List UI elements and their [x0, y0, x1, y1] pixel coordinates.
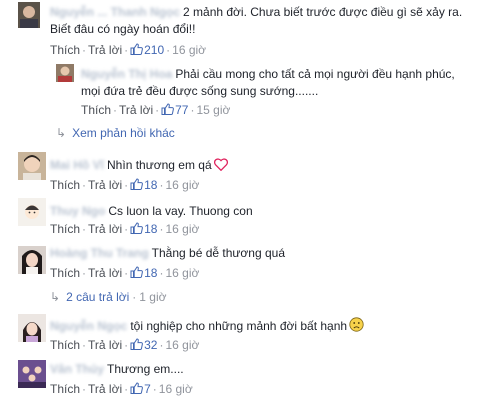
- comment-author[interactable]: Mai Hồ Vĩ: [50, 158, 104, 172]
- avatar[interactable]: [18, 314, 46, 342]
- reply-button[interactable]: Trả lời: [88, 338, 122, 352]
- comment-text: tội nghiệp cho những mảnh đời bất hạnh: [130, 319, 348, 333]
- thumbs-up-icon: [130, 222, 144, 234]
- comment-author[interactable]: Hoàng Thu Trang: [50, 246, 149, 260]
- comment-1: Nguyễn ... Thanh Ngọc 2 mảnh đời. Chưa bi…: [0, 0, 488, 64]
- reply-button[interactable]: Trả lời: [88, 382, 122, 396]
- like-button[interactable]: Thích: [50, 338, 80, 352]
- like-button[interactable]: Thích: [50, 222, 80, 236]
- comment-actions: Thích · Trả lời · 77 · 15 giờ: [81, 103, 231, 117]
- reply-1: Nguyễn Thị Hoa Phải cầu mong cho tất cả m…: [0, 62, 488, 122]
- comment-text: Thương em....: [107, 362, 184, 376]
- comment-author[interactable]: Nguyễn Thị Hoa: [81, 67, 172, 81]
- comment-text: Thằng bé dễ thương quá: [151, 246, 286, 260]
- comment-4: Hoàng Thu Trang Thằng bé dễ thương quá Th…: [0, 240, 488, 284]
- comment-6: Vân Thủy Thương em.... Thích · Trả lời · 7 · 16…: [0, 356, 488, 398]
- heart-icon: [213, 158, 228, 171]
- comment-text-line2: mọi đứa trẻ đều được sống sung sướng....…: [81, 84, 319, 98]
- reply-button[interactable]: Trả lời: [88, 266, 122, 280]
- like-count[interactable]: 18: [130, 178, 157, 192]
- comment-text-line2: Biết đâu có ngày hoán đổi!!: [50, 22, 196, 36]
- comment-text: Phải cầu mong cho tất cả mọi người đều h…: [175, 67, 455, 81]
- reply-arrow-icon: ↳: [50, 290, 61, 304]
- comment-actions: Thích · Trả lời · 7 · 16 giờ: [50, 382, 193, 396]
- comment-text: 2 mảnh đời. Chưa biết trước được điều gì…: [183, 5, 463, 19]
- timestamp[interactable]: 16 giờ: [172, 43, 206, 57]
- comment-2: Mai Hồ Vĩ Nhìn thương em qá Thích · Trả lời…: [0, 150, 488, 194]
- comment-actions: Thích · Trả lời · 18 · 16 giờ: [50, 178, 200, 192]
- like-count[interactable]: 32: [130, 338, 157, 352]
- timestamp[interactable]: 16 giờ: [165, 222, 199, 236]
- like-count[interactable]: 18: [130, 266, 157, 280]
- like-button[interactable]: Thích: [50, 178, 80, 192]
- like-count[interactable]: 77: [161, 103, 188, 117]
- reply-button[interactable]: Trả lời: [119, 103, 153, 117]
- comment-thread: Nguyễn ... Thanh Ngọc 2 mảnh đời. Chưa bi…: [0, 0, 488, 398]
- avatar[interactable]: [56, 64, 74, 82]
- comment-actions: Thích · Trả lời · 210 · 16 giờ: [50, 43, 207, 57]
- like-button[interactable]: Thích: [50, 266, 80, 280]
- timestamp[interactable]: 16 giờ: [165, 338, 199, 352]
- see-more-replies-link[interactable]: ↳ Xem phản hồi khác: [56, 125, 175, 141]
- comment-actions: Thích · Trả lời · 32 · 16 giờ: [50, 338, 200, 352]
- timestamp[interactable]: 16 giờ: [165, 266, 199, 280]
- avatar[interactable]: [18, 152, 46, 180]
- reply-button[interactable]: Trả lời: [88, 222, 122, 236]
- thumbs-up-icon: [130, 338, 144, 350]
- avatar[interactable]: [18, 246, 46, 274]
- reply-button[interactable]: Trả lời: [88, 43, 122, 57]
- comment-text: Nhìn thương em qá: [107, 158, 212, 172]
- like-count[interactable]: 7: [130, 382, 151, 396]
- thumbs-up-icon: [161, 103, 175, 115]
- thumbs-up-icon: [130, 266, 144, 278]
- reply-arrow-icon: ↳: [56, 126, 67, 140]
- thumbs-up-icon: [130, 178, 144, 190]
- comment-3: Thuy Ngo Cs luon la vay. Thuong con Thích…: [0, 194, 488, 238]
- comment-author[interactable]: Nguyễn Ngọc: [50, 319, 127, 333]
- comment-author[interactable]: Thuy Ngo: [50, 204, 105, 218]
- like-count[interactable]: 18: [130, 222, 157, 236]
- avatar[interactable]: [18, 2, 40, 28]
- like-button[interactable]: Thích: [81, 103, 111, 117]
- comment-author[interactable]: Nguyễn ... Thanh Ngọc: [50, 5, 180, 19]
- comment-actions: Thích · Trả lời · 18 · 16 giờ: [50, 222, 200, 236]
- like-count[interactable]: 210: [130, 43, 164, 57]
- thumbs-up-icon: [130, 382, 144, 394]
- comment-5: Nguyễn Ngọc tội nghiệp cho những mảnh đời…: [0, 312, 488, 356]
- timestamp[interactable]: 16 giờ: [165, 178, 199, 192]
- frown-emoji-icon: [349, 317, 364, 332]
- timestamp[interactable]: 15 giờ: [196, 103, 230, 117]
- reply-button[interactable]: Trả lời: [88, 178, 122, 192]
- like-button[interactable]: Thích: [50, 43, 80, 57]
- comment-author[interactable]: Vân Thủy: [50, 362, 104, 376]
- comment-text: Cs luon la vay. Thuong con: [108, 204, 253, 218]
- like-button[interactable]: Thích: [50, 382, 80, 396]
- comment-actions: Thích · Trả lời · 18 · 16 giờ: [50, 266, 200, 280]
- view-replies-link[interactable]: ↳ 2 câu trả lời · 1 giờ: [50, 289, 167, 305]
- timestamp[interactable]: 16 giờ: [159, 382, 193, 396]
- thumbs-up-icon: [130, 43, 144, 55]
- avatar[interactable]: [18, 360, 46, 388]
- avatar[interactable]: [18, 198, 46, 226]
